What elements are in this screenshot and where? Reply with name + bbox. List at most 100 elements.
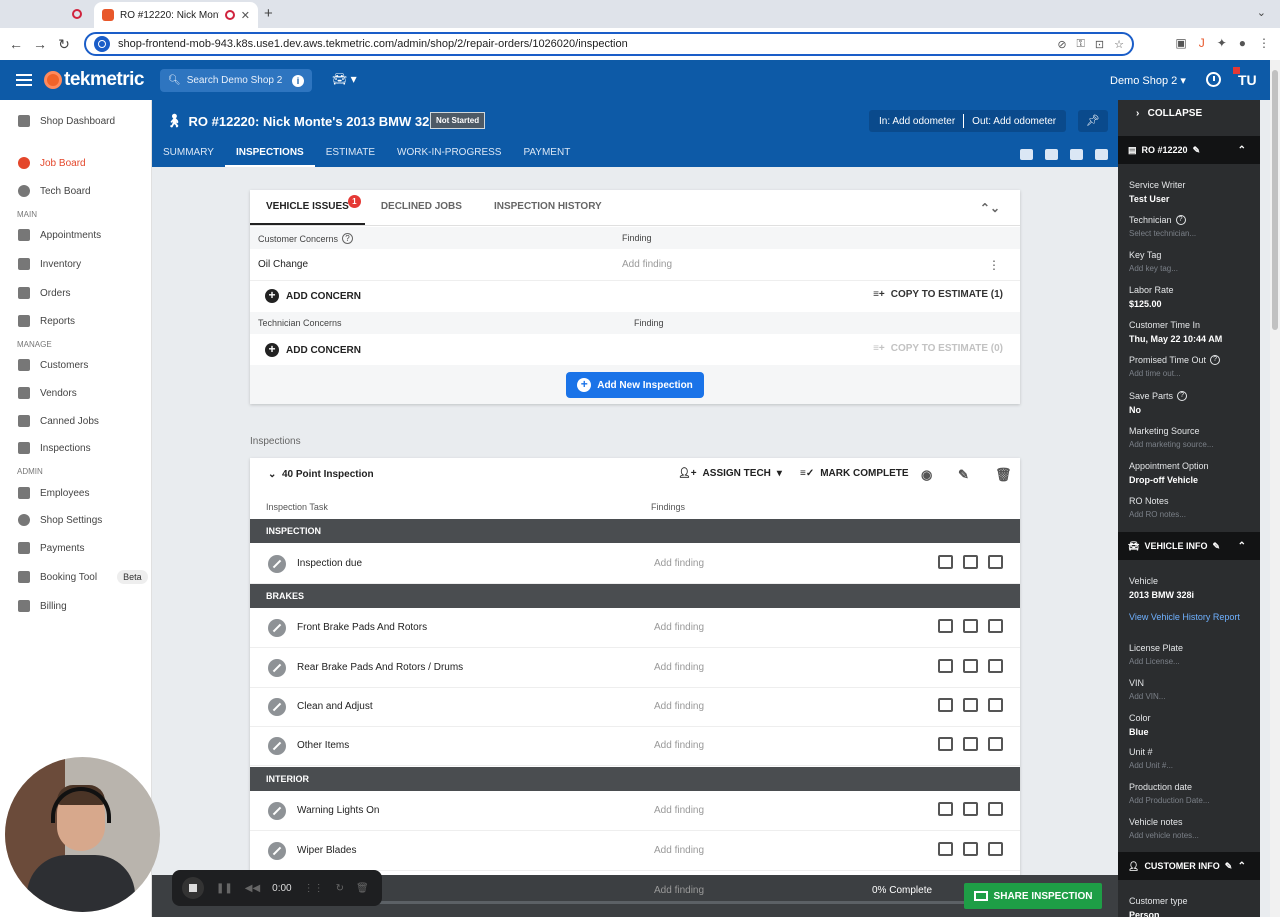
save-parts-field[interactable]: Save Parts? No bbox=[1129, 391, 1254, 415]
sidebar-item-employees[interactable]: Employees bbox=[0, 483, 152, 503]
webcam-overlay[interactable] bbox=[5, 757, 160, 912]
share-inspection-button[interactable]: SHARE INSPECTION bbox=[964, 883, 1102, 909]
tab-inspection-history[interactable]: INSPECTION HISTORY bbox=[478, 190, 618, 225]
tab-payment[interactable]: PAYMENT bbox=[512, 146, 581, 167]
customer-info-header[interactable]: 👤︎ CUSTOMER INFO ✎ ⌃ bbox=[1118, 852, 1260, 880]
page-scrollbar[interactable] bbox=[1270, 60, 1280, 917]
inspection-task-row[interactable]: Warning Lights On Add finding bbox=[250, 791, 1020, 831]
sidebar-item-canned-jobs[interactable]: Canned Jobs bbox=[0, 411, 152, 431]
sidebar-item-customers[interactable]: Customers bbox=[0, 355, 152, 375]
inspection-task-row[interactable]: Other Items Add finding bbox=[250, 726, 1020, 766]
chevron-up-icon[interactable]: ⌃ bbox=[1238, 861, 1246, 872]
screen-share-icon[interactable] bbox=[1070, 149, 1083, 160]
grid-icon[interactable]: ⋮⋮ bbox=[304, 883, 324, 894]
note-icon[interactable] bbox=[988, 737, 1003, 751]
rewind-icon[interactable]: ◀◀ bbox=[245, 883, 260, 894]
tab-work-in-progress[interactable]: WORK-IN-PROGRESS bbox=[386, 146, 512, 167]
profile-icon[interactable]: ● bbox=[1239, 36, 1246, 50]
pin-icon[interactable]: 📌︎ bbox=[1078, 110, 1108, 132]
menu-icon[interactable] bbox=[16, 74, 32, 86]
chart-icon[interactable] bbox=[1020, 149, 1033, 160]
pencil-icon[interactable]: ✎ bbox=[1225, 861, 1233, 872]
sidebar-item-job-board[interactable]: Job Board bbox=[0, 153, 152, 173]
browser-tab-active[interactable]: RO #12220: Nick Monte's ✕ bbox=[94, 2, 258, 28]
service-writer-field[interactable]: Service Writer Test User bbox=[1129, 180, 1254, 204]
key-tag-field[interactable]: Key Tag Add key tag... bbox=[1129, 250, 1254, 273]
copy-to-estimate-button[interactable]: ≡+ COPY TO ESTIMATE (1) bbox=[873, 289, 1003, 300]
stop-recording-button[interactable] bbox=[182, 877, 204, 899]
inspection-task-row[interactable]: Rear Brake Pads And Rotors / Drums Add f… bbox=[250, 648, 1020, 688]
marketing-source-field[interactable]: Marketing Source Add marketing source... bbox=[1129, 426, 1254, 449]
note-icon[interactable] bbox=[988, 842, 1003, 856]
recording-tab-icon[interactable] bbox=[72, 9, 82, 19]
sidebar-item-inspections[interactable]: Inspections bbox=[0, 438, 152, 458]
reload-icon[interactable]: ↻ bbox=[52, 36, 76, 53]
bookmark-star-icon[interactable]: ☆ bbox=[1114, 38, 1124, 51]
sidebar-item-payments[interactable]: Payments bbox=[0, 538, 152, 558]
note-icon[interactable] bbox=[988, 698, 1003, 712]
tab-vehicle-issues[interactable]: VEHICLE ISSUES 1 bbox=[250, 190, 365, 225]
add-technician-concern-button[interactable]: + ADD CONCERN bbox=[265, 343, 361, 357]
inspection-task-row[interactable]: Clean and Adjust Add finding bbox=[250, 687, 1020, 727]
ro-section-header[interactable]: ▤ RO #12220 ✎ ⌃ bbox=[1118, 136, 1260, 164]
sidebar-item-shop-dashboard[interactable]: Shop Dashboard bbox=[0, 111, 152, 131]
install-icon[interactable]: ⊡ bbox=[1095, 38, 1104, 51]
pause-icon[interactable]: ❚❚ bbox=[216, 883, 233, 894]
add-finding-field[interactable]: Add finding bbox=[654, 662, 704, 673]
sidebar-item-booking-tool[interactable]: Booking Tool Beta bbox=[0, 567, 152, 587]
sidebar-item-vendors[interactable]: Vendors bbox=[0, 383, 152, 403]
inspection-task-row[interactable]: Inspection due Add finding bbox=[250, 544, 1020, 584]
tab-summary[interactable]: SUMMARY bbox=[152, 146, 225, 167]
add-finding-field[interactable]: Add finding bbox=[654, 740, 704, 751]
mark-complete-button[interactable]: ≡✓ MARK COMPLETE bbox=[800, 468, 909, 479]
video-icon[interactable] bbox=[938, 555, 953, 569]
camera-permission-icon[interactable]: ⊘ bbox=[1057, 38, 1066, 51]
add-finding-field[interactable]: Add finding bbox=[622, 259, 672, 270]
inspection-task-row[interactable]: Wiper Blades Add finding bbox=[250, 831, 1020, 871]
task-status-icon[interactable] bbox=[268, 659, 286, 677]
forward-icon[interactable]: → bbox=[28, 36, 52, 52]
technician-field[interactable]: Technician? Select technician... bbox=[1129, 215, 1254, 238]
license-plate-field[interactable]: License Plate Add License... bbox=[1129, 643, 1254, 666]
collapse-button[interactable]: › COLLAPSE bbox=[1118, 108, 1260, 128]
tab-estimate[interactable]: ESTIMATE bbox=[315, 146, 386, 167]
vehicle-field[interactable]: Vehicle 2013 BMW 328i bbox=[1129, 576, 1254, 600]
video-icon[interactable] bbox=[938, 802, 953, 816]
appointment-option-field[interactable]: Appointment Option Drop-off Vehicle bbox=[1129, 461, 1254, 485]
odometer-in-button[interactable]: In: Add odometer bbox=[879, 116, 955, 127]
add-new-inspection-button[interactable]: + Add New Inspection bbox=[566, 372, 704, 398]
trash-icon[interactable]: 🗑︎ bbox=[356, 883, 369, 894]
sidebar-item-appointments[interactable]: Appointments bbox=[0, 225, 152, 245]
camera-icon[interactable] bbox=[963, 802, 978, 816]
note-icon[interactable] bbox=[988, 619, 1003, 633]
back-icon[interactable]: ← bbox=[4, 36, 28, 52]
promised-time-field[interactable]: Promised Time Out? Add time out... bbox=[1129, 355, 1254, 378]
clock-icon[interactable] bbox=[1206, 72, 1221, 87]
odometer-out-button[interactable]: Out: Add odometer bbox=[972, 116, 1056, 127]
camera-icon[interactable] bbox=[963, 698, 978, 712]
task-status-icon[interactable] bbox=[268, 555, 286, 573]
note-icon[interactable] bbox=[988, 555, 1003, 569]
add-finding-field[interactable]: Add finding bbox=[654, 558, 704, 569]
extension-j-icon[interactable]: J bbox=[1199, 36, 1205, 50]
new-tab-button[interactable]: + bbox=[264, 5, 273, 22]
unit-field[interactable]: Unit # Add Unit #... bbox=[1129, 747, 1254, 770]
info-icon[interactable]: i bbox=[292, 74, 304, 87]
note-icon[interactable] bbox=[988, 659, 1003, 673]
labor-rate-field[interactable]: Labor Rate $125.00 bbox=[1129, 285, 1254, 309]
add-finding-field[interactable]: Add finding bbox=[654, 845, 704, 856]
inspection-task-row[interactable]: Front Brake Pads And Rotors Add finding bbox=[250, 608, 1020, 648]
add-customer-concern-button[interactable]: + ADD CONCERN bbox=[265, 289, 361, 303]
add-finding-field[interactable]: Add finding bbox=[654, 805, 704, 816]
chevron-up-icon[interactable]: ⌃ bbox=[1238, 541, 1246, 552]
restart-icon[interactable]: ↻ bbox=[336, 883, 344, 894]
help-icon[interactable]: ? bbox=[1175, 215, 1186, 225]
customer-time-field[interactable]: Customer Time In Thu, May 22 10:44 AM bbox=[1129, 320, 1254, 344]
tab-declined-jobs[interactable]: DECLINED JOBS bbox=[365, 190, 478, 225]
tab-search-icon[interactable]: ⌄ bbox=[1257, 6, 1266, 19]
ro-notes-field[interactable]: RO Notes Add RO notes... bbox=[1129, 496, 1254, 519]
shop-search-input[interactable]: 🔍︎ Search Demo Shop 2 i bbox=[160, 69, 312, 92]
add-finding-field[interactable]: Add finding bbox=[654, 885, 704, 896]
tekmetric-logo[interactable]: tekmetric bbox=[44, 69, 145, 91]
sidebar-item-reports[interactable]: Reports bbox=[0, 311, 152, 331]
